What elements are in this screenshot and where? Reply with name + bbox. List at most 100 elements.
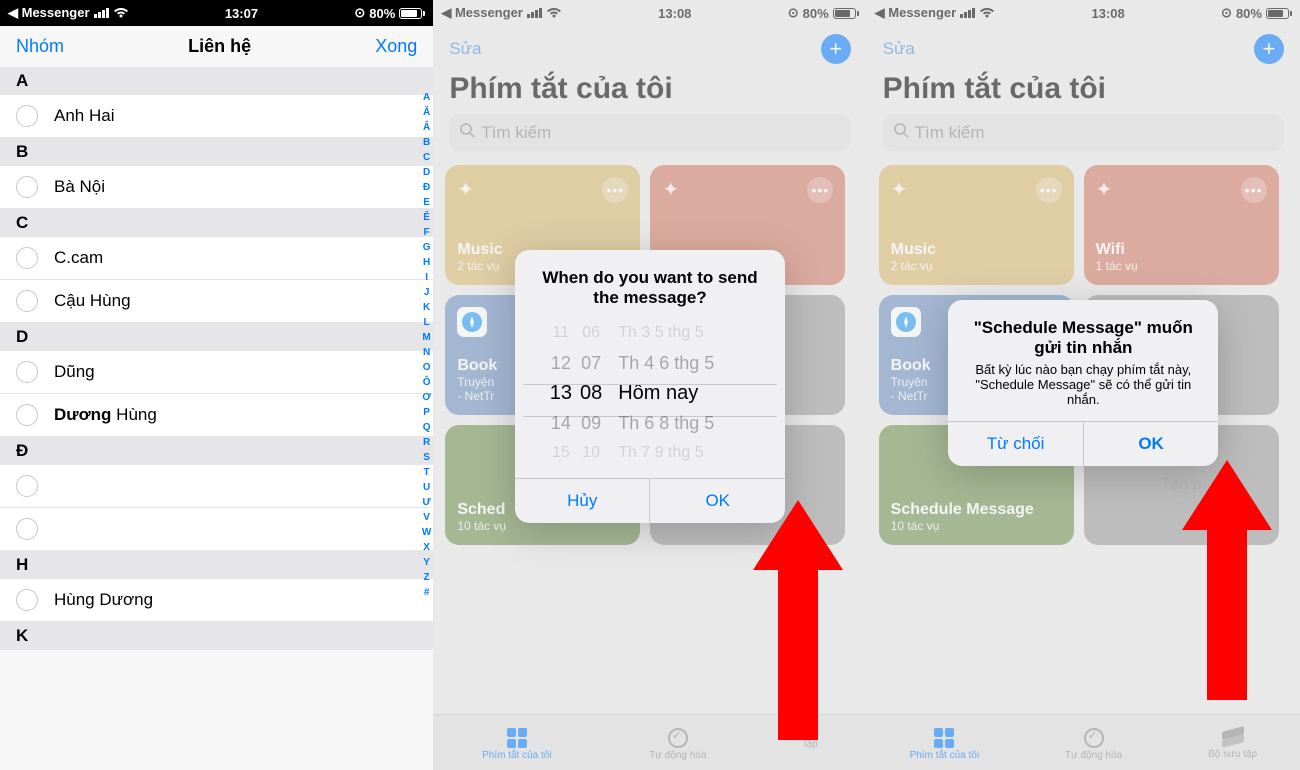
edit-button[interactable]: Sửa (883, 39, 915, 59)
signal-icon (94, 8, 109, 18)
shortcut-card[interactable]: ✦••• Wifi1 tác vụ (1084, 165, 1279, 285)
search-input[interactable]: Tìm kiếm (449, 114, 850, 151)
edit-button[interactable]: Sửa (449, 39, 481, 59)
grid-icon (934, 728, 954, 748)
index-letter[interactable]: B (422, 135, 431, 150)
contact-row[interactable]: Anh Hai (0, 95, 433, 138)
index-letter[interactable]: K (422, 300, 431, 315)
card-title: Music (891, 241, 1062, 259)
contact-row[interactable]: Bà Nội (0, 166, 433, 209)
tab-shortcuts[interactable]: Phím tắt của tôi (482, 728, 551, 761)
index-letter[interactable]: Ă (422, 105, 431, 120)
back-to-app[interactable]: ◀ Messenger (8, 5, 90, 21)
index-letter[interactable]: Ơ (422, 390, 431, 405)
search-input[interactable]: Tìm kiếm (883, 114, 1284, 151)
contact-row[interactable]: C.cam (0, 237, 433, 280)
index-letter[interactable]: Đ (422, 180, 431, 195)
clock: 13:08 (658, 6, 691, 21)
tab-gallery[interactable]: tập (804, 739, 818, 750)
contact-row[interactable] (0, 508, 433, 551)
index-letter[interactable]: N (422, 345, 431, 360)
index-letter[interactable]: L (422, 315, 431, 330)
section-header: Đ (0, 437, 433, 465)
contact-row[interactable]: Dương Hùng (0, 394, 433, 437)
index-letter[interactable]: D (422, 165, 431, 180)
contact-name: Cậu Hùng (54, 291, 131, 311)
more-icon[interactable]: ••• (1241, 177, 1267, 203)
index-letter[interactable]: J (422, 285, 431, 300)
index-letter[interactable]: H (422, 255, 431, 270)
index-letter[interactable]: E (422, 195, 431, 210)
more-icon[interactable]: ••• (1036, 177, 1062, 203)
contact-row[interactable]: Hùng Dương (0, 579, 433, 622)
safari-icon (457, 307, 487, 337)
index-letter[interactable]: # (422, 585, 431, 600)
add-button[interactable]: + (1254, 34, 1284, 64)
datepicker-alert: When do you want to send the message? 11… (515, 250, 785, 523)
radio-icon[interactable] (16, 589, 38, 611)
index-letter[interactable]: O (422, 360, 431, 375)
index-letter[interactable]: G (422, 240, 431, 255)
index-letter[interactable]: Z (422, 570, 431, 585)
alarm-icon: ⊙ (1221, 5, 1232, 21)
cancel-button[interactable]: Hủy (515, 479, 650, 523)
alphabet-index[interactable]: AĂÂBCDĐEÊFGHIJKLMNOÔƠPQRSTUƯVWXYZ# (422, 90, 431, 600)
radio-icon[interactable] (16, 105, 38, 127)
groups-button[interactable]: Nhóm (16, 36, 64, 57)
back-to-app[interactable]: ◀ Messenger (441, 5, 523, 21)
contact-row[interactable]: Dũng (0, 351, 433, 394)
signal-icon (960, 8, 975, 18)
add-button[interactable]: + (821, 34, 851, 64)
tab-automation[interactable]: Tự động hóa (649, 728, 706, 761)
contact-row[interactable]: Cậu Hùng (0, 280, 433, 323)
contact-row[interactable] (0, 465, 433, 508)
contact-name: Bà Nội (54, 177, 105, 197)
more-icon[interactable]: ••• (602, 177, 628, 203)
index-letter[interactable]: M (422, 330, 431, 345)
index-letter[interactable]: A (422, 90, 431, 105)
nav-bar: Sửa + (433, 26, 866, 72)
index-letter[interactable]: C (422, 150, 431, 165)
radio-icon[interactable] (16, 475, 38, 497)
index-letter[interactable]: R (422, 435, 431, 450)
index-letter[interactable]: Ê (422, 210, 431, 225)
date-picker[interactable]: 11 12 13 14 15 06 07 08 09 10 Th 3 5 thg… (515, 312, 785, 478)
done-button[interactable]: Xong (375, 36, 417, 57)
minute-column[interactable]: 06 07 08 09 10 (580, 318, 602, 468)
index-letter[interactable]: Ư (422, 495, 431, 510)
index-letter[interactable]: X (422, 540, 431, 555)
index-letter[interactable]: V (422, 510, 431, 525)
section-header: A (0, 67, 433, 95)
contacts-list[interactable]: A Anh Hai B Bà Nội C C.cam Cậu Hùng D Dũ… (0, 67, 433, 650)
index-letter[interactable]: I (422, 270, 431, 285)
index-letter[interactable]: Y (422, 555, 431, 570)
tab-gallery[interactable]: Bộ sưu tập (1208, 729, 1257, 760)
index-letter[interactable]: S (422, 450, 431, 465)
radio-icon[interactable] (16, 290, 38, 312)
shortcut-card[interactable]: ✦••• Music2 tác vụ (879, 165, 1074, 285)
tab-automation[interactable]: Tự động hóa (1065, 728, 1122, 761)
index-letter[interactable]: Â (422, 120, 431, 135)
deny-button[interactable]: Từ chối (948, 422, 1083, 466)
radio-icon[interactable] (16, 404, 38, 426)
back-to-app[interactable]: ◀ Messenger (875, 5, 957, 21)
radio-icon[interactable] (16, 518, 38, 540)
day-column[interactable]: Th 3 5 thg 5 Th 4 6 thg 5 Hôm nay Th 6 8… (610, 318, 750, 468)
tab-shortcuts[interactable]: Phím tắt của tôi (910, 728, 979, 761)
index-letter[interactable]: Ô (422, 375, 431, 390)
index-letter[interactable]: U (422, 480, 431, 495)
radio-icon[interactable] (16, 361, 38, 383)
radio-icon[interactable] (16, 247, 38, 269)
hour-column[interactable]: 11 12 13 14 15 (550, 318, 572, 468)
index-letter[interactable]: F (422, 225, 431, 240)
page-title: Phím tắt của tôi (867, 72, 1300, 114)
safari-icon (891, 307, 921, 337)
radio-icon[interactable] (16, 176, 38, 198)
more-icon[interactable]: ••• (807, 177, 833, 203)
status-bar: ◀ Messenger 13:08 ⊙ 80% (433, 0, 866, 26)
index-letter[interactable]: T (422, 465, 431, 480)
index-letter[interactable]: W (422, 525, 431, 540)
index-letter[interactable]: Q (422, 420, 431, 435)
stack-icon (1222, 729, 1244, 747)
index-letter[interactable]: P (422, 405, 431, 420)
